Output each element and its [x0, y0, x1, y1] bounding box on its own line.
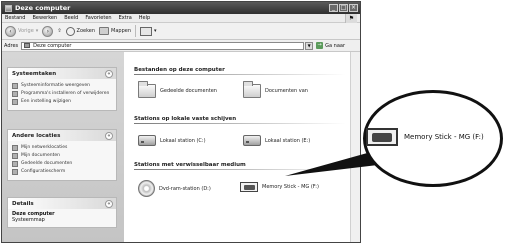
zoomed-label: Memory Stick - MG (F:)	[404, 133, 484, 141]
zoomed-memory-stick-item: Memory Stick - MG (F:)	[366, 128, 484, 146]
memory-stick-icon	[366, 128, 398, 146]
